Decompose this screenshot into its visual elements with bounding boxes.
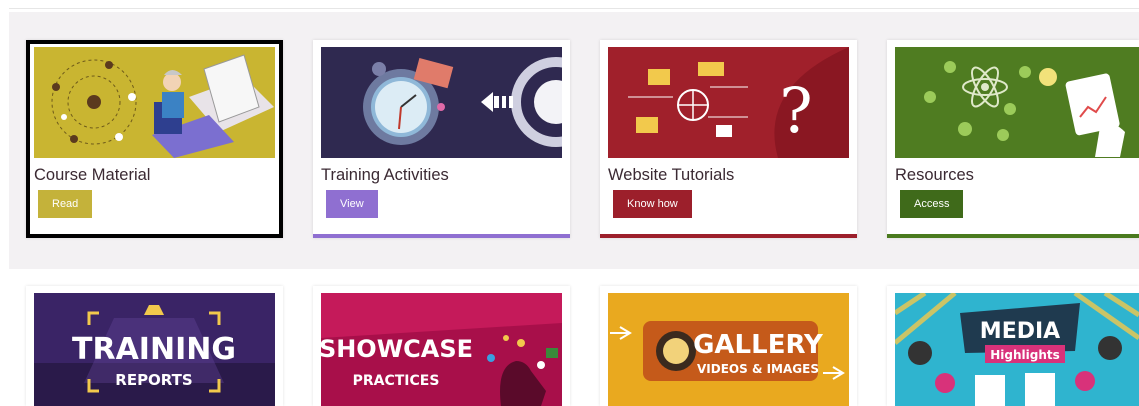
training-reports-line1: TRAINING <box>72 332 236 367</box>
card-accent-bar <box>313 234 570 238</box>
svg-text:?: ? <box>779 74 812 147</box>
tile-training-reports[interactable]: TRAINING REPORTS <box>26 286 283 406</box>
tile-showcase-practices[interactable]: SHOWCASE PRACTICES <box>313 286 570 406</box>
resources-image <box>895 47 1139 158</box>
training-activities-image <box>321 47 562 158</box>
training-reports-line2: REPORTS <box>115 371 192 389</box>
gallery-image: GALLERY VIDEOS & IMAGES <box>608 293 849 406</box>
top-divider <box>9 8 1139 9</box>
access-button[interactable]: Access <box>900 190 964 218</box>
media-highlights-image: MEDIA Highlights <box>895 293 1139 406</box>
website-tutorials-title: Website Tutorials <box>608 166 735 184</box>
card-accent-bar <box>887 234 1139 238</box>
card-course-material[interactable]: Course Material Read <box>26 40 283 238</box>
course-material-title: Course Material <box>34 166 151 184</box>
website-tutorials-image: ? <box>608 47 849 158</box>
course-material-image <box>34 47 275 158</box>
media-line1: MEDIA <box>980 319 1060 344</box>
view-button[interactable]: View <box>326 190 378 218</box>
media-line2: Highlights <box>990 348 1060 362</box>
know-how-button[interactable]: Know how <box>613 190 692 218</box>
card-training-activities[interactable]: Training Activities View <box>313 40 570 238</box>
card-website-tutorials[interactable]: ? Website Tutorials Know how <box>600 40 857 238</box>
gallery-line2: VIDEOS & IMAGES <box>697 362 819 376</box>
resources-title: Resources <box>895 166 974 184</box>
card-accent-bar <box>600 234 857 238</box>
showcase-practices-image: SHOWCASE PRACTICES <box>321 293 562 406</box>
card-resources[interactable]: Resources Access <box>887 40 1139 238</box>
training-activities-title: Training Activities <box>321 166 449 184</box>
training-reports-image: TRAINING REPORTS <box>34 293 275 406</box>
showcase-line2: PRACTICES <box>353 373 440 389</box>
read-button[interactable]: Read <box>38 190 93 218</box>
showcase-line1: SHOWCASE <box>321 335 473 363</box>
gallery-line1: GALLERY <box>693 330 824 360</box>
tile-media-highlights[interactable]: MEDIA Highlights <box>887 286 1139 406</box>
tile-gallery[interactable]: GALLERY VIDEOS & IMAGES <box>600 286 857 406</box>
